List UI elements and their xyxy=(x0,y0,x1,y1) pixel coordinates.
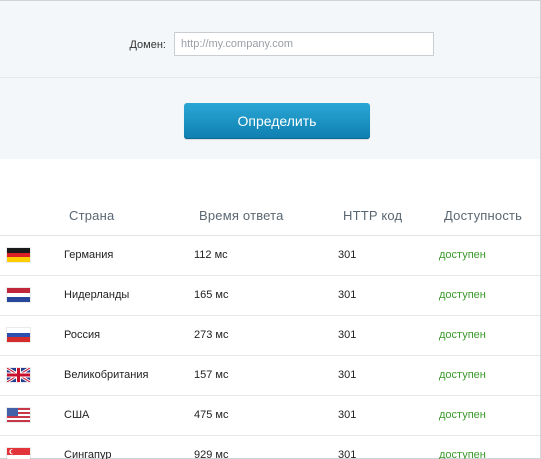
germany-flag-icon xyxy=(7,248,30,262)
usa-flag-icon xyxy=(7,408,30,422)
response-time: 112 мс xyxy=(194,249,228,261)
country-name: Нидерланды xyxy=(64,289,130,301)
availability-status: доступен xyxy=(439,369,486,381)
availability-status: доступен xyxy=(439,449,486,459)
country-name: США xyxy=(64,409,90,421)
table-row: Россия 273 мс 301 доступен xyxy=(0,316,540,356)
column-header-http-code: HTTP код xyxy=(343,208,403,223)
availability-status: доступен xyxy=(439,329,486,341)
singapore-flag-icon xyxy=(7,448,30,459)
response-time: 157 мс xyxy=(194,369,229,381)
http-code: 301 xyxy=(338,449,357,459)
availability-status: доступен xyxy=(439,409,486,421)
http-code: 301 xyxy=(338,329,357,341)
response-time: 273 мс xyxy=(194,329,229,341)
http-code: 301 xyxy=(338,369,357,381)
domain-input[interactable] xyxy=(174,32,434,56)
table-header: Страна Время ответа HTTP код Доступность xyxy=(0,198,540,236)
netherlands-flag-icon xyxy=(7,288,30,302)
table-row: США 475 мс 301 доступен xyxy=(0,396,540,436)
domain-form: Домен: Определить xyxy=(0,1,540,159)
availability-status: доступен xyxy=(439,249,486,261)
form-divider xyxy=(0,77,540,78)
country-name: Сингапур xyxy=(64,449,112,459)
table-row: Сингапур 929 мс 301 доступен xyxy=(0,436,540,459)
russia-flag-icon xyxy=(7,328,30,342)
country-name: Германия xyxy=(64,249,114,261)
country-name: Россия xyxy=(64,329,101,341)
country-name: Великобритания xyxy=(64,369,149,381)
column-header-response-time: Время ответа xyxy=(199,208,284,223)
response-time: 929 мс xyxy=(194,449,229,459)
response-time: 165 мс xyxy=(194,289,229,301)
column-header-availability: Доступность xyxy=(444,208,523,223)
http-code: 301 xyxy=(338,289,357,301)
table-row: Нидерланды 165 мс 301 доступен xyxy=(0,276,540,316)
uk-flag-icon xyxy=(7,368,30,382)
table-row: Великобритания 157 мс 301 доступен xyxy=(0,356,540,396)
availability-status: доступен xyxy=(439,289,486,301)
http-code: 301 xyxy=(338,249,357,261)
column-header-country: Страна xyxy=(69,208,115,223)
table-row: Германия 112 мс 301 доступен xyxy=(0,236,540,276)
detect-button[interactable]: Определить xyxy=(184,103,370,139)
http-code: 301 xyxy=(338,409,357,421)
results-table: Страна Время ответа HTTP код Доступность… xyxy=(0,198,540,459)
response-time: 475 мс xyxy=(194,409,229,421)
domain-label: Домен: xyxy=(129,39,166,51)
